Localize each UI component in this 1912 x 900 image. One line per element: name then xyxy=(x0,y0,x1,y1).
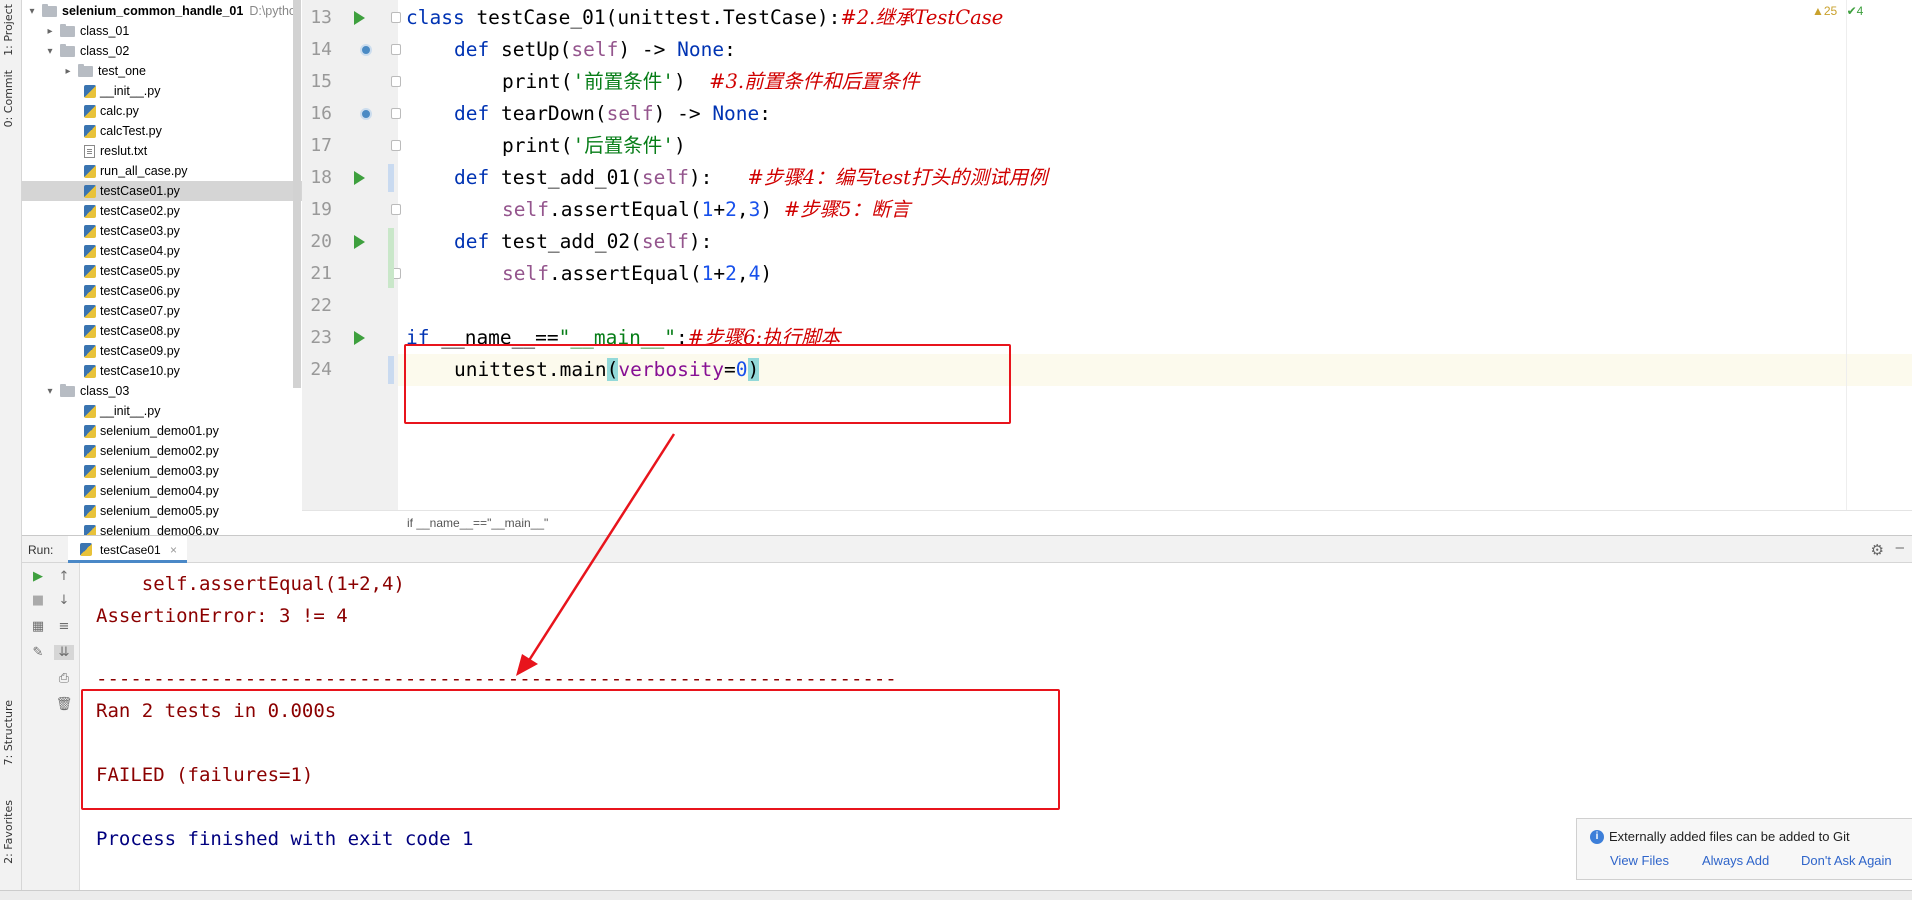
arrow-shaft xyxy=(526,433,676,663)
notification-title: Externally added files can be added to G… xyxy=(1609,829,1850,844)
dont-ask-again-link[interactable]: Don't Ask Again xyxy=(1801,853,1892,868)
always-add-link[interactable]: Always Add xyxy=(1702,853,1769,868)
view-files-link[interactable]: View Files xyxy=(1610,853,1669,868)
git-notification: i Externally added files can be added to… xyxy=(1576,818,1912,880)
status-bar xyxy=(0,890,1912,900)
arrow-head xyxy=(516,654,538,676)
info-icon: i xyxy=(1590,830,1604,844)
annotation-arrow xyxy=(516,433,676,676)
